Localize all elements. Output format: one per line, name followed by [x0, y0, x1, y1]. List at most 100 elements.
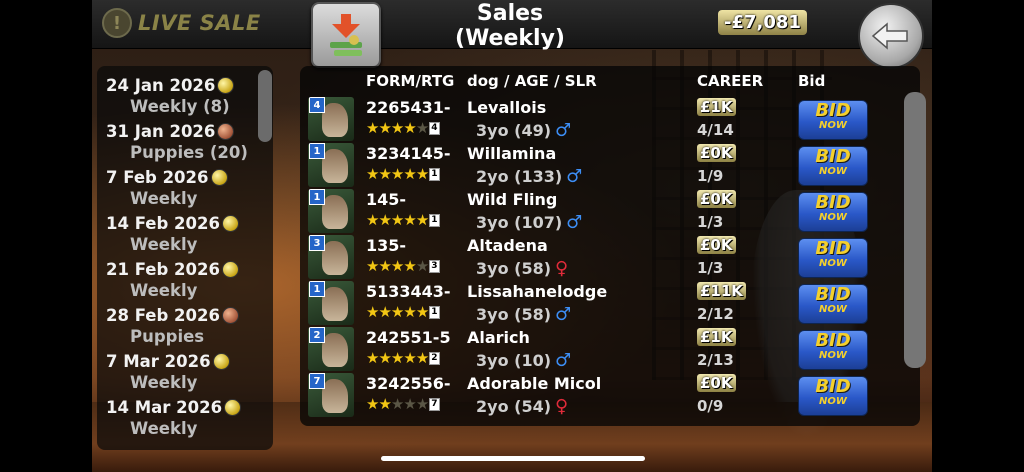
- dog-price: £0K: [697, 374, 736, 392]
- bronze-coin-icon: [221, 306, 239, 324]
- sale-date-item[interactable]: 21 Feb 2026 Weekly: [106, 258, 248, 304]
- column-career[interactable]: CAREER: [697, 72, 763, 90]
- dog-photo[interactable]: 4: [308, 97, 354, 141]
- date-list-scrollbar[interactable]: [258, 70, 272, 142]
- dog-career: 4/14: [697, 121, 734, 139]
- bid-now-button[interactable]: BID NOW: [798, 330, 868, 370]
- sale-type: Weekly: [130, 235, 198, 254]
- sale-date: 31 Jan 2026: [106, 121, 216, 141]
- bid-now-button[interactable]: BID NOW: [798, 376, 868, 416]
- sale-type: Weekly: [130, 373, 198, 392]
- trap-badge: 2: [309, 327, 325, 343]
- bid-now-button[interactable]: BID NOW: [798, 100, 868, 140]
- star-icon: ★: [390, 349, 405, 367]
- sale-date-item[interactable]: 28 Feb 2026 Puppies: [106, 304, 248, 350]
- column-dog-age-slr[interactable]: dog / AGE / SLR: [467, 72, 597, 90]
- sale-date-row: 7 Mar 2026: [106, 350, 248, 372]
- bid-label: BID: [815, 238, 851, 259]
- dog-row[interactable]: 2 242551-5 ★ ★ ★ ★ ★ 2 Alarich 3yo (10) ♂ £1K 2/13 BI…: [308, 326, 878, 372]
- sale-date: 14 Mar 2026: [106, 397, 223, 417]
- dog-row[interactable]: 1 5133443- ★ ★ ★ ★ ★ 1 Lissahanelodge 3yo (58) ♂ £1…: [308, 280, 878, 326]
- dog-age: 3yo (58): [476, 259, 552, 278]
- sale-type: Weekly: [130, 419, 198, 438]
- sale-date-item[interactable]: 7 Mar 2026 Weekly: [106, 350, 248, 396]
- dog-name[interactable]: Willamina: [467, 144, 556, 163]
- star-icon: ★: [403, 395, 417, 413]
- dog-name[interactable]: Lissahanelodge: [467, 282, 607, 301]
- dog-age: 3yo (58): [476, 305, 552, 324]
- dog-row[interactable]: 7 3242556- ★ ★ ★ ★ ★ 7 Adorable Micol 2yo (54) ♀ £0…: [308, 372, 878, 418]
- female-sex-icon: ♀: [555, 396, 569, 417]
- sale-date-item[interactable]: 7 Feb 2026 Weekly: [106, 166, 248, 212]
- dog-photo[interactable]: 1: [308, 189, 354, 233]
- dog-thumbnail-image: [322, 333, 348, 367]
- bronze-coin-icon: [217, 122, 235, 140]
- dog-row[interactable]: 4 2265431- ★ ★ ★ ★ ★ 4 Levallois 3yo (49) ♂ £1K 4/14…: [308, 96, 878, 142]
- star-icon: ★: [366, 211, 380, 229]
- star-icon: ★: [390, 395, 405, 413]
- sale-date-item[interactable]: 14 Feb 2026 Weekly: [106, 212, 248, 258]
- dog-form: 5133443-: [366, 282, 451, 301]
- dog-photo[interactable]: 3: [308, 235, 354, 279]
- sale-date-list: 24 Jan 2026 Weekly (8) 31 Jan 2026 Puppies …: [106, 74, 248, 442]
- gold-coin-icon: [212, 352, 230, 370]
- dog-form: 145-: [366, 190, 407, 209]
- column-form-rtg[interactable]: FORM/RTG: [366, 72, 454, 90]
- now-label: NOW: [819, 350, 847, 361]
- dog-photo[interactable]: 1: [308, 143, 354, 187]
- rating-badge: 1: [429, 167, 440, 181]
- dog-row[interactable]: 1 145- ★ ★ ★ ★ ★ 1 Wild Fling 3yo (107) ♂ £0K 1/3 BID…: [308, 188, 878, 234]
- sale-date-row: 14 Mar 2026: [106, 396, 248, 418]
- star-icon: ★: [366, 303, 380, 321]
- dog-rating-stars: ★ ★ ★ ★ ★ 1: [366, 212, 440, 228]
- bid-now-button[interactable]: BID NOW: [798, 284, 868, 324]
- now-label: NOW: [819, 304, 847, 315]
- dog-career: 1/3: [697, 259, 724, 277]
- dog-career: 1/3: [697, 213, 724, 231]
- dog-row[interactable]: 3 135- ★ ★ ★ ★ ★ 3 Altadena 3yo (58) ♀ £0K 1/3 BID NOW: [308, 234, 878, 280]
- sale-date-row: 14 Feb 2026: [106, 212, 248, 234]
- dog-photo[interactable]: 1: [308, 281, 354, 325]
- dog-photo[interactable]: 7: [308, 373, 354, 417]
- dog-name[interactable]: Levallois: [467, 98, 546, 117]
- bid-now-button[interactable]: BID NOW: [798, 146, 868, 186]
- gold-coin-icon: [221, 260, 239, 278]
- bid-now-button[interactable]: BID NOW: [798, 192, 868, 232]
- bid-now-button[interactable]: BID NOW: [798, 238, 868, 278]
- star-icon: ★: [366, 349, 380, 367]
- dog-photo[interactable]: 2: [308, 327, 354, 371]
- sort-button[interactable]: [311, 2, 381, 68]
- dog-age: 2yo (133): [476, 167, 563, 186]
- dog-rating-stars: ★ ★ ★ ★ ★ 2: [366, 350, 440, 366]
- star-icon: ★: [403, 303, 417, 321]
- dog-career: 0/9: [697, 397, 724, 415]
- star-icon: ★: [415, 349, 430, 367]
- star-icon: ★: [415, 395, 430, 413]
- star-icon: ★: [366, 165, 380, 183]
- dog-name[interactable]: Adorable Micol: [467, 374, 601, 393]
- dog-row[interactable]: 1 3234145- ★ ★ ★ ★ ★ 1 Willamina 2yo (133) ♂ £0K 1/9…: [308, 142, 878, 188]
- female-sex-icon: ♀: [555, 258, 569, 279]
- sale-date-item[interactable]: 31 Jan 2026 Puppies (20): [106, 120, 248, 166]
- live-sale-indicator[interactable]: ! LIVE SALE: [102, 8, 261, 38]
- dog-name[interactable]: Wild Fling: [467, 190, 557, 209]
- dog-form: 135-: [366, 236, 407, 255]
- back-button[interactable]: [858, 3, 924, 69]
- sale-date: 7 Feb 2026: [106, 167, 209, 187]
- sale-date-item[interactable]: 14 Mar 2026 Weekly: [106, 396, 248, 442]
- star-icon: ★: [403, 211, 417, 229]
- dog-age: 3yo (49): [476, 121, 552, 140]
- star-icon: ★: [403, 165, 417, 183]
- dog-age-slr: 3yo (58) ♀: [476, 258, 568, 279]
- dog-name[interactable]: Alarich: [467, 328, 530, 347]
- now-label: NOW: [819, 166, 847, 177]
- dog-age-slr: 3yo (10) ♂: [476, 350, 571, 371]
- star-icon: ★: [390, 119, 405, 137]
- home-indicator: [381, 456, 645, 461]
- sale-date: 21 Feb 2026: [106, 259, 220, 279]
- sale-date-item[interactable]: 24 Jan 2026 Weekly (8): [106, 74, 248, 120]
- warning-icon: !: [102, 8, 132, 38]
- dog-list-scrollbar[interactable]: [904, 92, 926, 368]
- dog-name[interactable]: Altadena: [467, 236, 548, 255]
- dog-age-slr: 2yo (133) ♂: [476, 166, 582, 187]
